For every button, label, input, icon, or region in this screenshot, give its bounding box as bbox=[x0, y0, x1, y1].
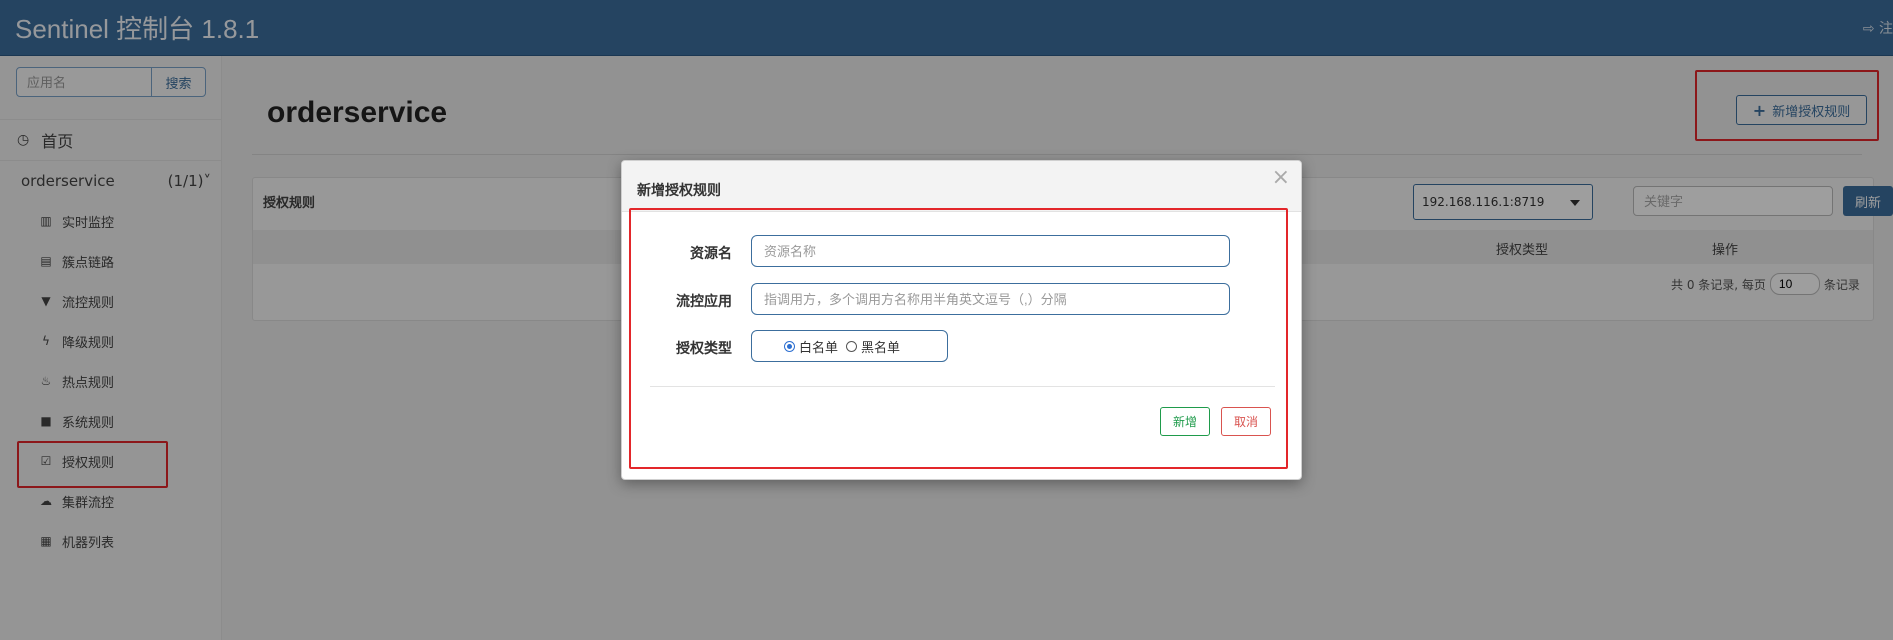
dialog-title: 新增授权规则 bbox=[637, 183, 721, 199]
close-icon[interactable]: × bbox=[1272, 165, 1290, 190]
dialog-header: 新增授权规则 × bbox=[622, 161, 1301, 212]
highlight-box bbox=[629, 208, 1288, 469]
